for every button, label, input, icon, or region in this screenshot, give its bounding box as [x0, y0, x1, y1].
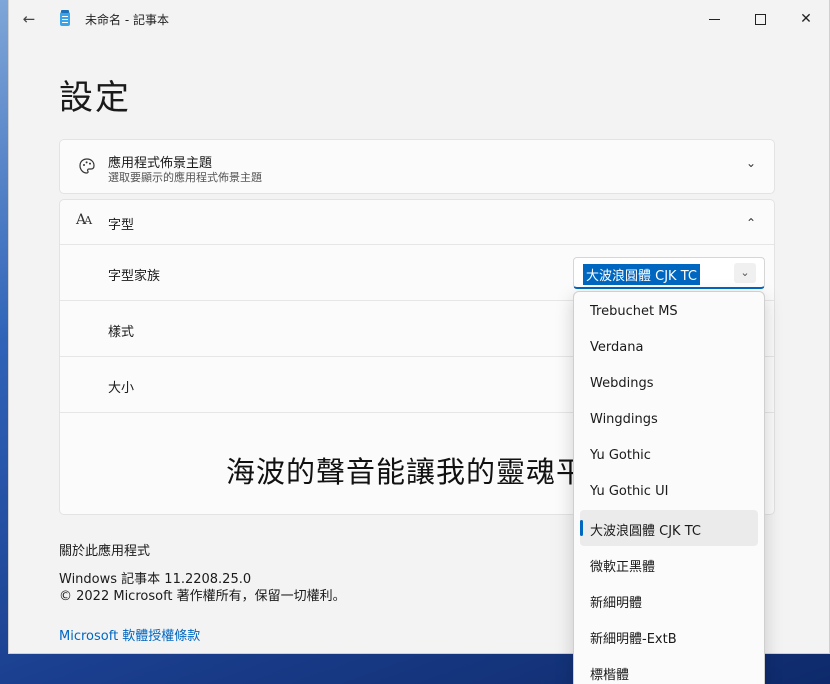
arrow-left-icon: ←: [22, 10, 36, 28]
chevron-down-icon: ⌄: [734, 263, 756, 283]
font-family-select[interactable]: 大波浪圓體 CJK TC ⌄: [573, 257, 765, 289]
dropdown-item[interactable]: 標楷體: [580, 654, 758, 684]
font-preview-text: 海波的聲音能讓我的靈魂平靜: [226, 455, 617, 489]
about-copyright: © 2022 Microsoft 著作權所有，保留一切權利。: [59, 589, 346, 604]
chevron-up-icon[interactable]: ⌃: [746, 216, 756, 230]
font-size-label: 大小: [108, 381, 135, 396]
font-style-label: 樣式: [108, 325, 135, 340]
dropdown-item[interactable]: Verdana: [580, 330, 758, 366]
about-title: 關於此應用程式: [59, 544, 151, 559]
dropdown-item[interactable]: 新細明體: [580, 582, 758, 618]
maximize-button[interactable]: [737, 0, 783, 38]
page-title: 設定: [59, 78, 131, 118]
palette-icon: [79, 158, 95, 174]
window-controls: ✕: [691, 0, 829, 38]
minimize-icon: [708, 18, 720, 20]
font-family-value: 大波浪圓體 CJK TC: [583, 264, 700, 285]
notepad-app-icon: [57, 10, 73, 27]
dropdown-item[interactable]: Yu Gothic UI: [580, 474, 758, 510]
dropdown-item-selected[interactable]: 大波浪圓體 CJK TC: [580, 510, 758, 546]
font-aa-icon: AA: [76, 212, 92, 228]
dropdown-item[interactable]: 新細明體-ExtB: [580, 618, 758, 654]
maximize-icon: [754, 13, 766, 25]
window-title: 未命名 - 記事本: [85, 12, 169, 27]
title-bar: ← 未命名 - 記事本 ✕: [9, 0, 829, 38]
theme-subtitle: 選取要顯示的應用程式佈景主題: [108, 171, 262, 184]
license-link[interactable]: Microsoft 軟體授權條款: [59, 625, 200, 644]
font-family-dropdown: Trebuchet MS Verdana Webdings Wingdings …: [573, 291, 765, 684]
font-family-label: 字型家族: [108, 269, 161, 284]
theme-setting-card[interactable]: 應用程式佈景主題 選取要顯示的應用程式佈景主題 ⌄: [59, 139, 775, 194]
chevron-down-icon[interactable]: ⌄: [746, 156, 756, 170]
dropdown-item[interactable]: Trebuchet MS: [580, 294, 758, 330]
font-card-header[interactable]: AA 字型 ⌃: [60, 200, 774, 245]
dropdown-item[interactable]: 微軟正黑體: [580, 546, 758, 582]
minimize-button[interactable]: [691, 0, 737, 38]
font-title: 字型: [108, 218, 135, 233]
dropdown-item[interactable]: Wingdings: [580, 402, 758, 438]
close-button[interactable]: ✕: [783, 0, 829, 38]
back-button[interactable]: ←: [11, 0, 47, 38]
dropdown-item[interactable]: Yu Gothic: [580, 438, 758, 474]
close-icon: ✕: [800, 11, 812, 27]
dropdown-item[interactable]: Webdings: [580, 366, 758, 402]
